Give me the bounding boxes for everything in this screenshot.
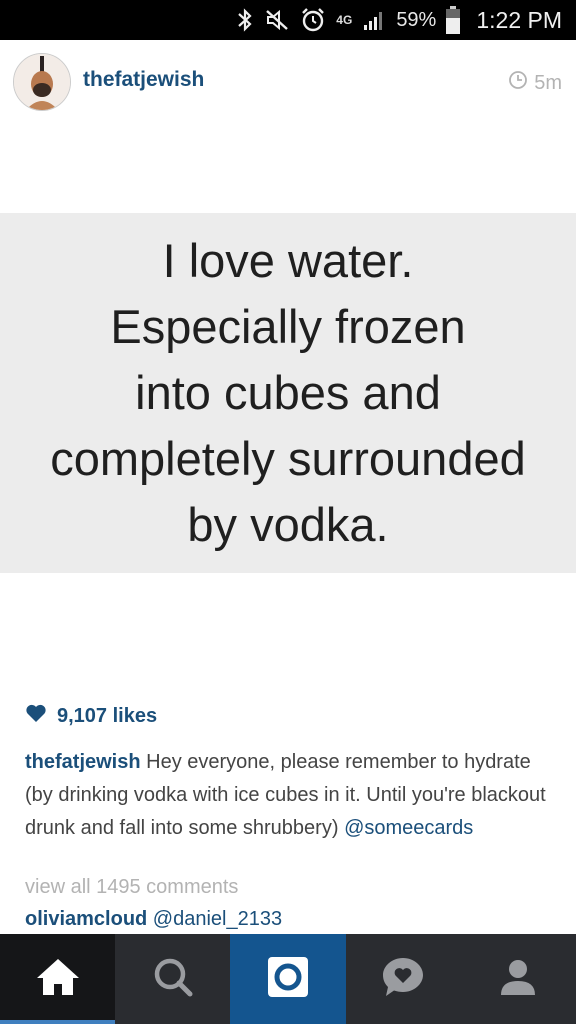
bluetooth-icon xyxy=(236,8,254,32)
clock-time: 1:22 PM xyxy=(476,6,562,33)
view-all-comments-link[interactable]: view all 1495 comments xyxy=(25,876,238,899)
image-quote: I love water. Especially frozen into cub… xyxy=(0,228,576,558)
battery-percent: 59% xyxy=(396,8,437,31)
mute-icon xyxy=(264,8,290,32)
likes-row[interactable]: 9,107 likes xyxy=(25,703,157,729)
post-timestamp: 5m xyxy=(508,70,562,96)
nav-activity[interactable] xyxy=(346,934,461,1024)
battery-icon xyxy=(446,6,461,34)
quote-line: I love water. xyxy=(162,234,414,287)
quote-line: into cubes and xyxy=(135,366,441,419)
profile-icon xyxy=(498,957,538,1002)
comment-username[interactable]: oliviamcloud xyxy=(25,908,147,930)
nav-home[interactable] xyxy=(0,934,116,1024)
post-username[interactable]: thefatjewish xyxy=(83,68,204,92)
post-image[interactable]: I love water. Especially frozen into cub… xyxy=(0,213,576,573)
camera-icon xyxy=(267,956,309,1003)
caption-mention[interactable]: @someecards xyxy=(344,817,473,839)
signal-icon xyxy=(362,8,386,32)
nav-camera[interactable] xyxy=(230,934,346,1024)
status-bar: 4G 59% 1:22 PM xyxy=(0,0,576,40)
nav-search[interactable] xyxy=(115,934,230,1024)
quote-line: by vodka. xyxy=(187,498,389,551)
search-icon xyxy=(152,956,194,1003)
post-caption: thefatjewish Hey everyone, please rememb… xyxy=(25,746,555,845)
comment: oliviamcloud @daniel_2133 xyxy=(25,908,282,931)
quote-line: completely surrounded xyxy=(50,432,526,485)
heart-icon xyxy=(25,703,47,729)
time-ago: 5m xyxy=(534,71,562,94)
comment-text[interactable]: @daniel_2133 xyxy=(147,908,282,930)
quote-line: Especially frozen xyxy=(110,300,466,353)
caption-username[interactable]: thefatjewish xyxy=(25,751,141,773)
clock-icon xyxy=(508,70,528,96)
avatar[interactable] xyxy=(13,53,71,111)
likes-count: 9,107 likes xyxy=(57,704,158,727)
nav-profile[interactable] xyxy=(461,934,576,1024)
alarm-icon xyxy=(300,7,326,33)
network-type: 4G xyxy=(336,13,353,27)
bottom-nav xyxy=(0,934,576,1024)
home-icon xyxy=(35,957,81,1002)
activity-icon xyxy=(381,956,425,1003)
post-header: thefatjewish 5m xyxy=(0,40,576,124)
